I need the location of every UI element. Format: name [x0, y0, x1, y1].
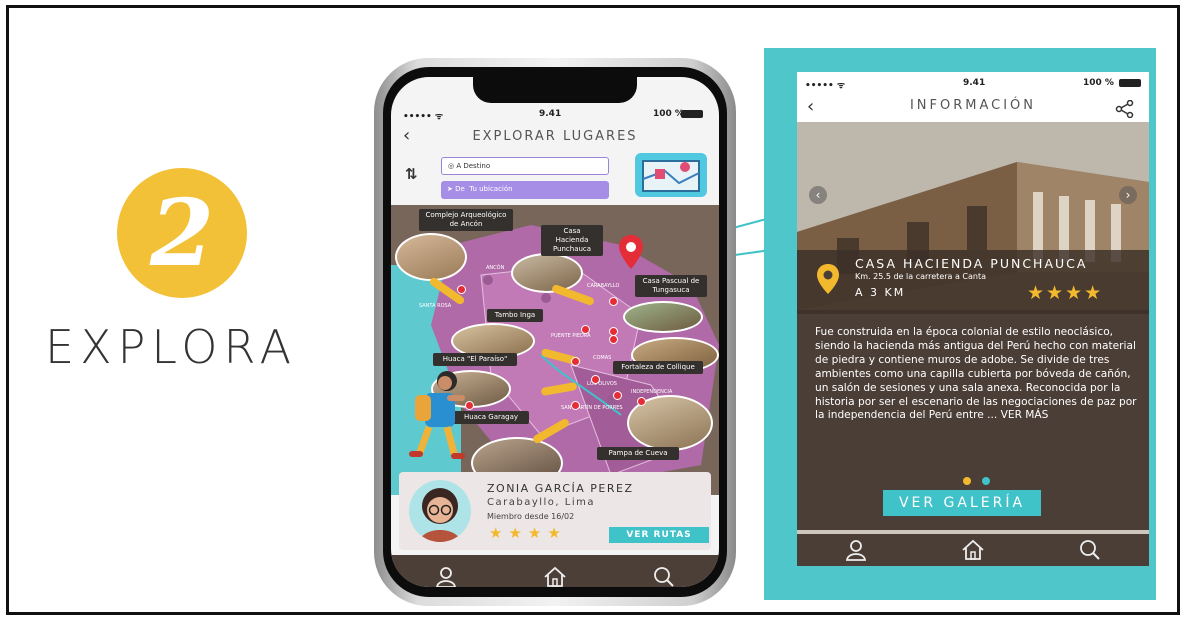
tree-icon — [541, 293, 551, 303]
status-time: 9.41 — [539, 109, 562, 119]
place-distance: A 3 KM — [855, 286, 906, 299]
status-time: 9.41 — [963, 78, 986, 88]
detail-screen: ••••• ᯤ 9.41 100 % ‹ INFORMACIÓN ‹ › CAS… — [797, 72, 1149, 566]
map-icon — [642, 160, 700, 192]
location-marker[interactable] — [591, 375, 600, 384]
location-marker[interactable] — [571, 401, 580, 410]
location-marker[interactable] — [637, 397, 646, 406]
pagination-dot-active[interactable] — [963, 477, 971, 485]
place-address: Km. 25.5 de la carretera a Canta — [855, 272, 987, 281]
home-icon[interactable] — [953, 535, 993, 565]
chevron-left-icon[interactable]: ‹ — [809, 186, 827, 204]
status-battery: 100 % — [653, 109, 684, 119]
map-place-label: CARABAYLLO — [587, 283, 620, 289]
map-label-pill[interactable]: Complejo Arqueológico de Ancón — [419, 209, 513, 231]
slide-frame: 2 EXPLORA ••••• ᯤ 9.41 100 % ‹ EXPLORAR … — [6, 5, 1180, 615]
map-place-label: SANTA ROSA — [419, 303, 452, 309]
status-carrier: ••••• ᯤ — [805, 81, 846, 91]
map-place-label: ANCÓN — [486, 265, 505, 271]
step-badge: 2 — [117, 168, 247, 298]
location-marker[interactable] — [581, 325, 590, 334]
avatar[interactable] — [409, 480, 471, 542]
map-label-pill[interactable]: Tambo Inga — [487, 309, 543, 322]
share-icon[interactable] — [1115, 100, 1135, 118]
bottom-tab-bar — [797, 534, 1149, 566]
destination-input[interactable]: ◎ A Destino — [441, 157, 609, 175]
phone-notch — [473, 77, 637, 103]
tree-icon — [483, 275, 493, 285]
site-photo[interactable] — [623, 301, 703, 333]
step-label: EXPLORA — [45, 320, 298, 374]
swap-route-icon[interactable]: ⇅ — [405, 165, 418, 183]
battery-icon — [681, 110, 703, 118]
carousel-pagination — [963, 470, 991, 489]
detail-header: ‹ INFORMACIÓN — [797, 94, 1149, 124]
user-profile-card: ZONIA GARCÍA PEREZ Carabayllo, Lima Miem… — [399, 472, 711, 550]
place-name: CASA HACIENDA PUNCHAUCA — [855, 256, 1088, 271]
step-number: 2 — [149, 179, 214, 287]
map-label-pill[interactable]: Fortaleza de Collique — [613, 361, 703, 374]
map-area[interactable]: ANCÓN SANTA ROSA CARABAYLLO PUENTE PIEDR… — [391, 205, 719, 495]
bottom-tab-bar — [391, 555, 719, 587]
location-marker[interactable] — [457, 285, 466, 294]
phone-bezel: ••••• ᯤ 9.41 100 % ‹ EXPLORAR LUGARES ⇅ … — [383, 67, 727, 597]
selected-pin-icon[interactable] — [619, 235, 643, 269]
profile-icon[interactable] — [836, 535, 876, 565]
page-title: INFORMACIÓN — [909, 98, 1037, 113]
explore-screen: ••••• ᯤ 9.41 100 % ‹ EXPLORAR LUGARES ⇅ … — [391, 77, 719, 587]
status-battery: 100 % — [1083, 78, 1114, 88]
navigation-icon: ➤ — [447, 185, 456, 193]
member-since: Miembro desde 16/02 — [487, 512, 575, 521]
user-location: Carabayllo, Lima — [487, 497, 595, 508]
origin-prefix: De — [455, 185, 465, 193]
origin-value: Tu ubicación — [469, 185, 513, 193]
location-pin-icon — [817, 264, 839, 294]
map-label-pill[interactable]: Casa Pascual de Tungasuca — [635, 275, 707, 297]
search-icon[interactable] — [1070, 535, 1110, 565]
place-description: Fue construida en la época colonial de e… — [815, 326, 1137, 422]
chevron-right-icon[interactable]: › — [1119, 186, 1137, 204]
location-marker[interactable] — [613, 391, 622, 400]
status-carrier: ••••• ᯤ — [403, 112, 444, 122]
site-photo[interactable] — [511, 253, 583, 293]
location-marker[interactable] — [609, 297, 618, 306]
map-label-pill[interactable]: Casa Hacienda Punchauca — [541, 225, 603, 256]
search-icon[interactable] — [644, 562, 684, 587]
map-label-pill[interactable]: Pampa de Cueva — [597, 447, 679, 460]
battery-icon — [1119, 79, 1141, 87]
home-icon[interactable] — [535, 562, 575, 587]
map-place-label: COMAS — [593, 355, 612, 361]
destination-placeholder: A Destino — [456, 162, 491, 170]
view-gallery-button[interactable]: VER GALERÍA — [883, 490, 1041, 516]
user-rating: ★★★★ — [489, 524, 567, 542]
location-marker[interactable] — [609, 335, 618, 344]
user-name: ZONIA GARCÍA PEREZ — [487, 482, 634, 495]
map-thumbnail-button[interactable] — [635, 153, 707, 197]
view-routes-button[interactable]: VER RUTAS — [609, 527, 709, 543]
avatar-illustration — [419, 488, 461, 542]
page-title: EXPLORAR LUGARES — [472, 129, 638, 144]
place-rating: ★★★★ — [1027, 282, 1104, 304]
profile-icon[interactable] — [426, 562, 466, 587]
phone-mockup: ••••• ᯤ 9.41 100 % ‹ EXPLORAR LUGARES ⇅ … — [374, 58, 736, 606]
site-photo[interactable] — [395, 233, 467, 281]
location-marker[interactable] — [571, 357, 580, 366]
traveller-illustration — [409, 371, 465, 459]
origin-input[interactable]: ➤ De Tu ubicación — [441, 181, 609, 199]
pagination-dot[interactable] — [982, 477, 991, 485]
